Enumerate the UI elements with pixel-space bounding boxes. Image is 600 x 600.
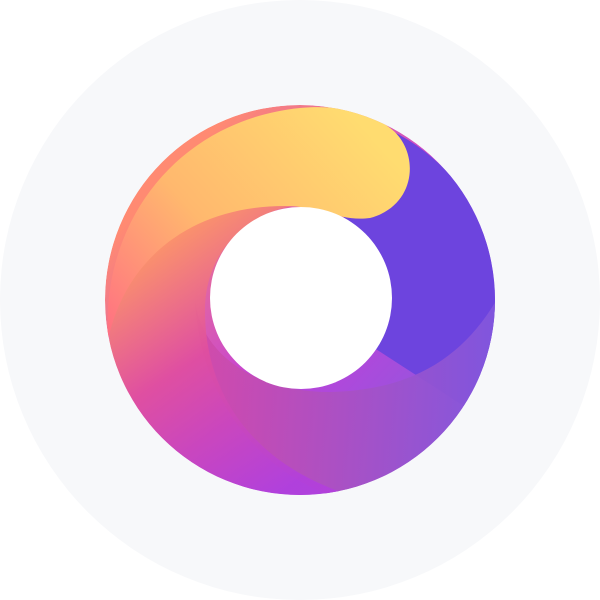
logo-canvas — [0, 0, 600, 600]
swirl-ring-logo-icon — [0, 0, 600, 600]
ring-center-hole — [210, 207, 392, 389]
